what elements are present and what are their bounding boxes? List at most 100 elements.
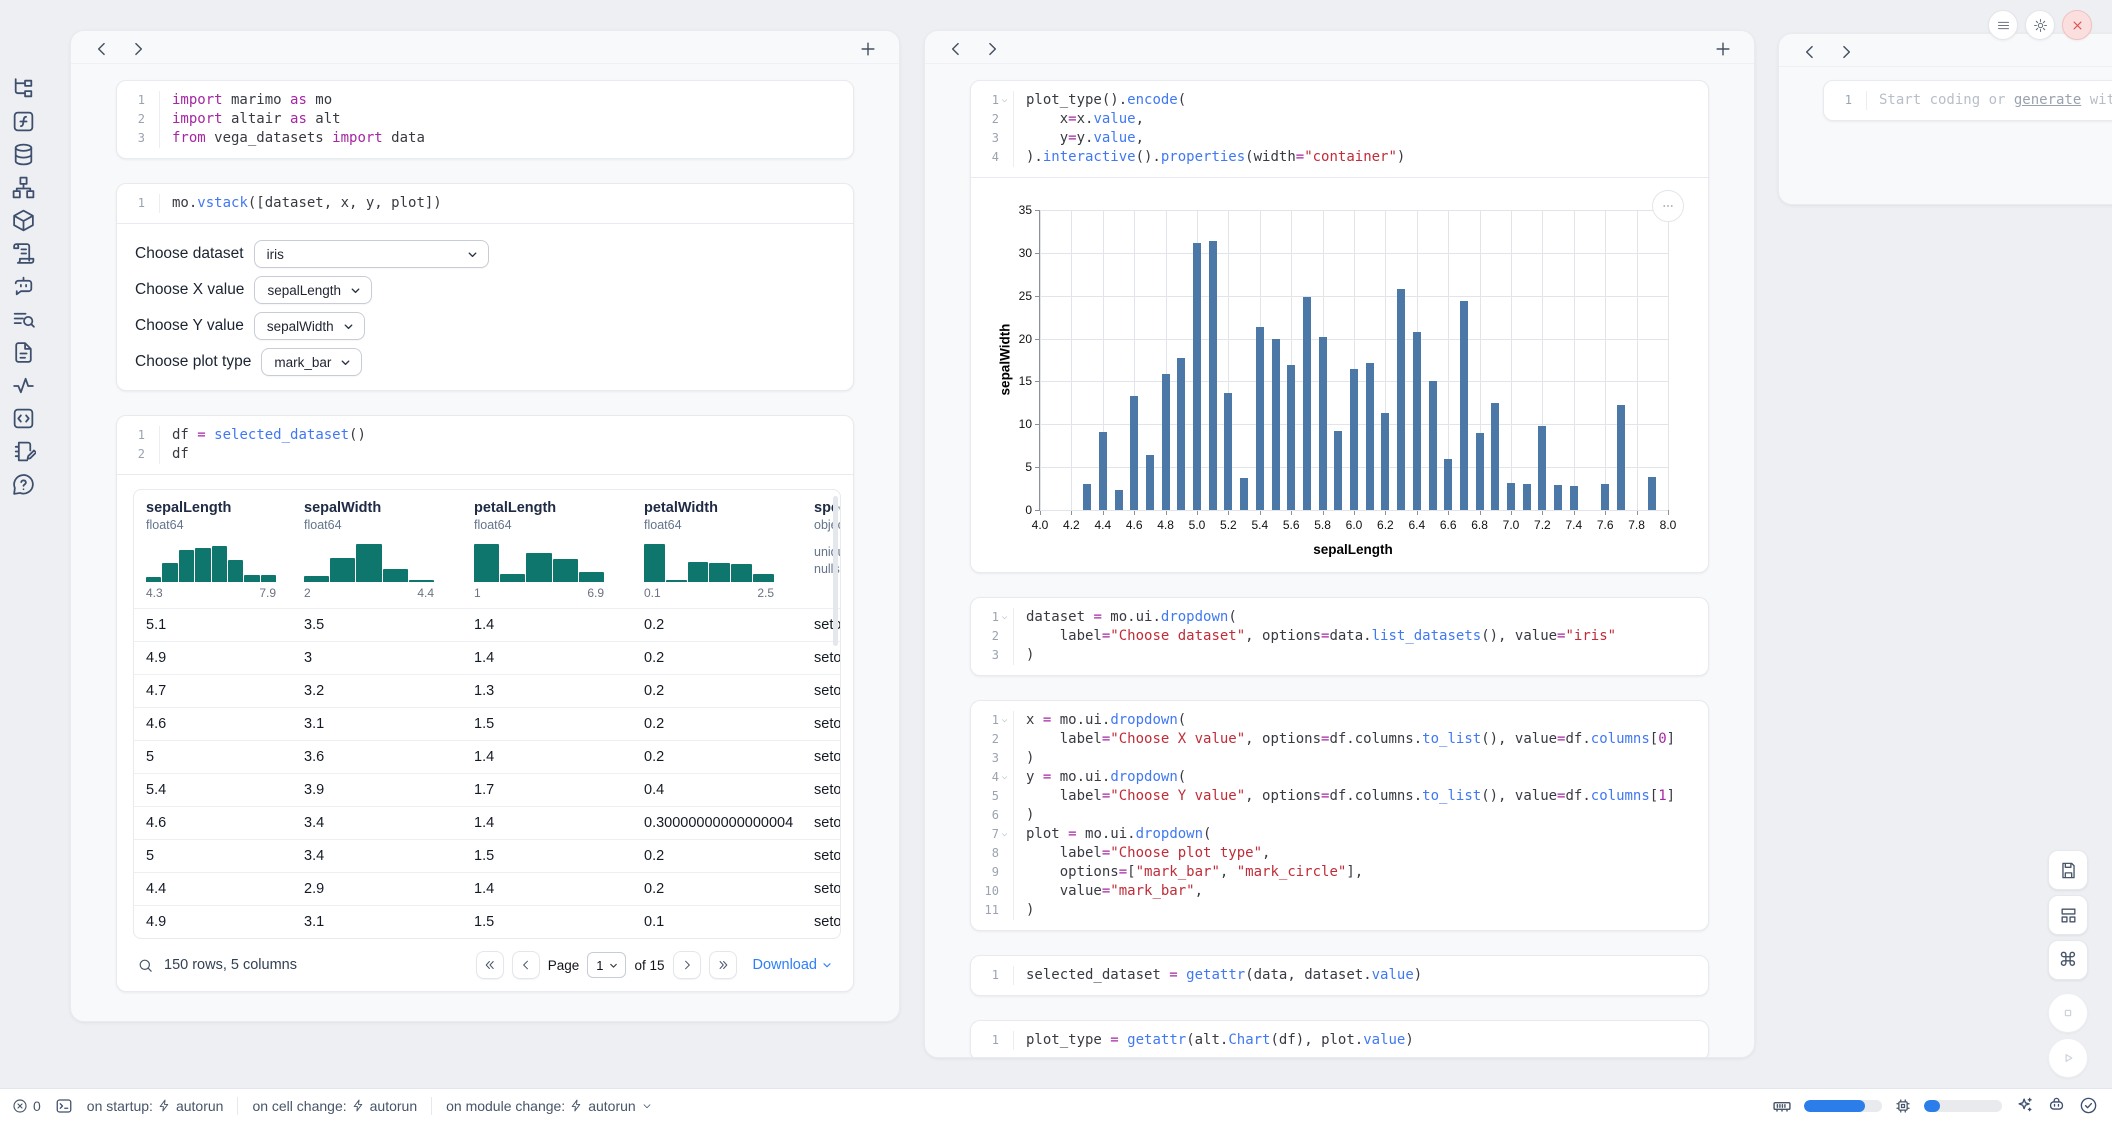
sidebar-activity-icon[interactable] bbox=[11, 373, 36, 398]
table-scrollbar[interactable] bbox=[833, 496, 838, 646]
fold-chevron-icon[interactable] bbox=[1000, 96, 1009, 105]
chart-bar bbox=[1334, 431, 1342, 510]
sidebar-function-square-icon[interactable] bbox=[11, 109, 36, 134]
nav-forward-button[interactable] bbox=[981, 38, 1003, 60]
sidebar-help-circle-icon[interactable] bbox=[11, 472, 36, 497]
dropdown-select[interactable]: iris bbox=[254, 240, 489, 268]
gridline bbox=[1040, 210, 1668, 211]
altair-bar-chart[interactable]: 4.04.24.44.64.85.05.25.45.65.86.06.26.46… bbox=[991, 190, 1688, 564]
dropdown-select[interactable]: sepalLength bbox=[254, 276, 372, 304]
circle-x-icon bbox=[12, 1098, 28, 1114]
sidebar-dependency-graph-icon[interactable] bbox=[11, 175, 36, 200]
code-editor[interactable]: 12df = selected_dataset()df bbox=[117, 416, 853, 474]
chart-actions-button[interactable] bbox=[1652, 190, 1684, 222]
table-column-header[interactable]: sepalLengthfloat644.37.9 bbox=[134, 490, 292, 608]
add-cell-button[interactable] bbox=[1712, 38, 1734, 60]
bolt-icon bbox=[352, 1099, 365, 1112]
table-cell: 3 bbox=[292, 642, 462, 674]
nav-back-button[interactable] bbox=[91, 38, 113, 60]
nav-back-button[interactable] bbox=[1799, 41, 1821, 63]
dropdown-select[interactable]: sepalWidth bbox=[254, 312, 365, 340]
nav-forward-button[interactable] bbox=[127, 38, 149, 60]
table-cell: 0.2 bbox=[632, 609, 802, 641]
table-column-header[interactable]: sepalWidthfloat6424.4 bbox=[292, 490, 462, 608]
fold-chevron-icon[interactable] bbox=[1000, 830, 1009, 839]
next-page-button[interactable] bbox=[673, 951, 701, 979]
stop-button[interactable] bbox=[2048, 993, 2088, 1033]
last-page-button[interactable] bbox=[709, 951, 737, 979]
chart-bar bbox=[1209, 241, 1217, 510]
runtime-config-label: on startup: bbox=[87, 1098, 153, 1114]
code-editor[interactable]: 1234plot_type().encode( x=x.value, y=y.v… bbox=[971, 81, 1708, 177]
close-button[interactable] bbox=[2062, 10, 2092, 40]
fold-chevron-icon[interactable] bbox=[1000, 613, 1009, 622]
terminal-button[interactable] bbox=[55, 1093, 73, 1118]
status-bar: 0 on startup: autorun on cell change:autoru… bbox=[0, 1088, 2112, 1122]
copilot-button[interactable] bbox=[2046, 1096, 2066, 1116]
code-editor[interactable]: 1Start coding or generate with bbox=[1824, 81, 2112, 120]
download-button[interactable]: Download bbox=[753, 957, 834, 973]
histogram-bar bbox=[330, 558, 355, 582]
code-editor[interactable]: 1selected_dataset = getattr(data, datase… bbox=[971, 956, 1708, 995]
code-editor[interactable]: 123dataset = mo.ui.dropdown( label="Choo… bbox=[971, 598, 1708, 675]
fold-chevron-icon[interactable] bbox=[1000, 716, 1009, 725]
runtime-config-value: autorun bbox=[176, 1098, 223, 1114]
runtime-config-item[interactable]: on startup: autorun bbox=[87, 1098, 224, 1114]
settings-button[interactable] bbox=[2025, 10, 2055, 40]
prev-page-button[interactable] bbox=[512, 951, 540, 979]
dropdown-controls: Choose datasetirisChoose X valuesepalLen… bbox=[117, 224, 853, 390]
chart-plot-area[interactable]: 4.04.24.44.64.85.05.25.45.65.86.06.26.46… bbox=[1039, 210, 1668, 511]
table-cell: setosa bbox=[802, 741, 841, 773]
sidebar-file-tree-icon[interactable] bbox=[11, 76, 36, 101]
add-cell-button[interactable] bbox=[857, 38, 879, 60]
sidebar-package-icon[interactable] bbox=[11, 208, 36, 233]
line-number-gutter: 123 bbox=[117, 91, 160, 148]
code-editor[interactable]: 123import marimo as moimport altair as a… bbox=[117, 81, 853, 158]
table-cell: 5 bbox=[134, 741, 292, 773]
x-tick-label: 6.0 bbox=[1337, 518, 1371, 532]
sidebar-scroll-icon[interactable] bbox=[11, 241, 36, 266]
dropdown-select[interactable]: mark_bar bbox=[261, 348, 362, 376]
layout-button[interactable] bbox=[2048, 895, 2088, 935]
error-indicator[interactable]: 0 bbox=[12, 1098, 41, 1114]
menu-button[interactable] bbox=[1988, 10, 2018, 40]
x-tick-label: 7.6 bbox=[1588, 518, 1622, 532]
nav-forward-button[interactable] bbox=[1835, 41, 1857, 63]
sidebar-document-icon[interactable] bbox=[11, 340, 36, 365]
line-number-gutter: 1 bbox=[117, 194, 160, 213]
code-editor[interactable]: 1 mo.vstack([dataset, x, y, plot]) bbox=[117, 184, 853, 223]
nav-back-button[interactable] bbox=[945, 38, 967, 60]
check-circle-button[interactable] bbox=[2078, 1096, 2098, 1116]
runtime-config-item[interactable]: on cell change:autorun bbox=[252, 1098, 417, 1114]
play-button[interactable] bbox=[2048, 1038, 2088, 1078]
code-line: mo.vstack([dataset, x, y, plot]) bbox=[172, 194, 442, 213]
search-icon[interactable] bbox=[137, 957, 154, 974]
sidebar-code-snippet-icon[interactable] bbox=[11, 406, 36, 431]
table-column-header[interactable]: petalWidthfloat640.12.5 bbox=[632, 490, 802, 608]
sidebar-notebook-pen-icon[interactable] bbox=[11, 439, 36, 464]
code-editor[interactable]: 1234567891011x = mo.ui.dropdown( label="… bbox=[971, 701, 1708, 930]
code-lines: Start coding or generate with bbox=[1867, 91, 2112, 110]
code-editor[interactable]: 1plot_type = getattr(alt.Chart(df), plot… bbox=[971, 1021, 1708, 1058]
fold-chevron-icon[interactable] bbox=[1000, 773, 1009, 782]
histogram-bar bbox=[383, 569, 408, 582]
table-cell: 0.2 bbox=[632, 741, 802, 773]
chart-bar bbox=[1381, 413, 1389, 510]
sidebar-list-search-icon[interactable] bbox=[11, 307, 36, 332]
table-cell: 0.2 bbox=[632, 642, 802, 674]
command-button[interactable]: ⌘ bbox=[2048, 940, 2088, 980]
table-column-header[interactable]: petalLengthfloat6416.9 bbox=[462, 490, 632, 608]
sidebar-database-icon[interactable] bbox=[11, 142, 36, 167]
sidebar-chat-bot-icon[interactable] bbox=[11, 274, 36, 299]
page-select[interactable]: 1 bbox=[587, 952, 626, 978]
sparkles-button[interactable] bbox=[2014, 1096, 2034, 1116]
line-number: 1 bbox=[971, 1031, 1013, 1050]
chart-bar bbox=[1193, 243, 1201, 510]
plus-icon bbox=[858, 39, 878, 59]
save-button[interactable] bbox=[2048, 850, 2088, 890]
code-line: plot_type().encode( bbox=[1026, 91, 1405, 110]
x-tick-label: 6.8 bbox=[1463, 518, 1497, 532]
runtime-config-item[interactable]: on module change:autorun bbox=[446, 1098, 653, 1114]
chart-bar bbox=[1507, 483, 1515, 510]
first-page-button[interactable] bbox=[476, 951, 504, 979]
